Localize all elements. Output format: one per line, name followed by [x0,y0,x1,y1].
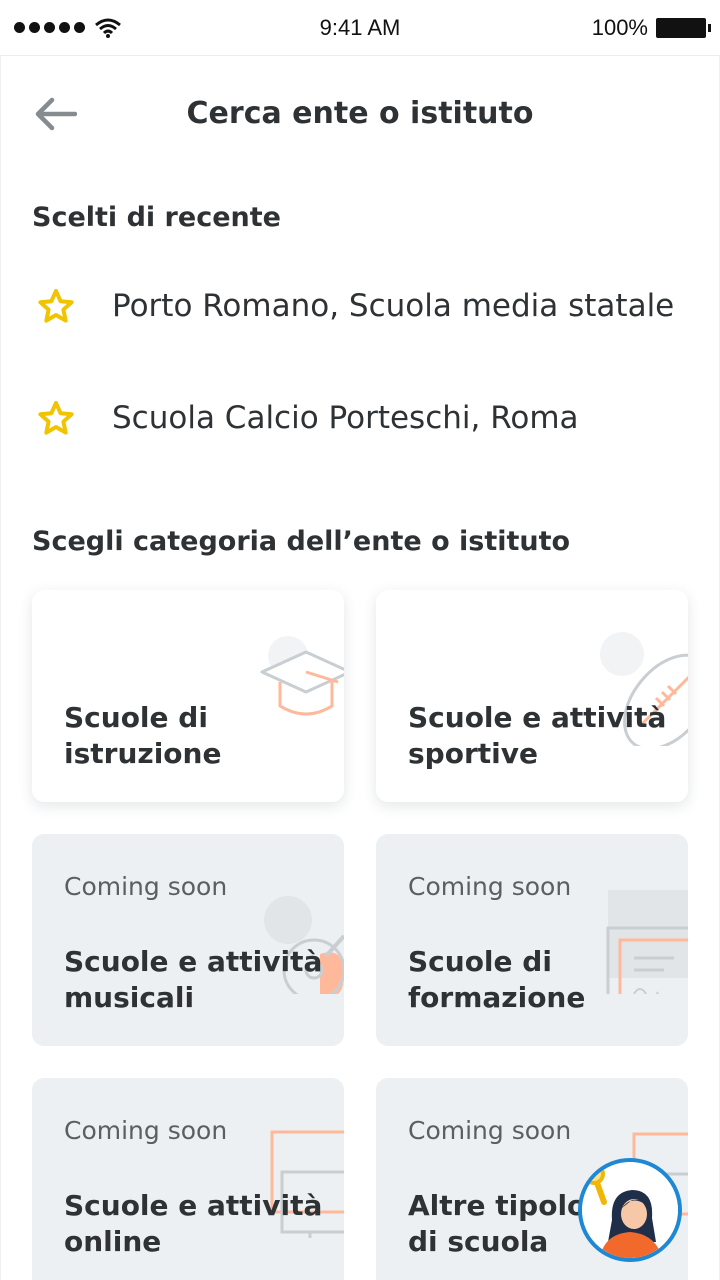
recent-item-label: Scuola Calcio Porteschi, Roma [112,400,579,436]
signal-area [14,18,214,38]
category-card-musicali[interactable]: Coming soon Scuole e attività musicali [32,834,344,1046]
battery-icon [656,17,711,38]
page-title: Cerca ente o istituto [186,96,534,131]
category-title: Scuole e attività musicali [64,945,323,1014]
categories-section-title: Scegli categoria dell’ente o istituto [32,526,571,557]
status-bar: 9:41 AM 100% [0,0,720,56]
category-title: Scuole e attività sportive [408,701,667,770]
recent-item-label: Porto Romano, Scuola media statale [112,288,675,324]
category-card-formazione[interactable]: Coming soon Scuole di formazione [376,834,688,1046]
coming-soon-badge: Coming soon [64,1116,228,1145]
battery-area: 100% [506,14,711,41]
assistant-avatar-button[interactable] [578,1158,682,1262]
status-time: 9:41 AM [319,14,401,40]
coming-soon-badge: Coming soon [64,872,228,901]
star-icon [32,288,80,324]
category-card-istruzione[interactable]: Scuole di istruzione [32,590,344,802]
coming-soon-badge: Coming soon [408,872,572,901]
star-icon [32,400,80,436]
category-title: Scuole e attività online [64,1189,323,1258]
category-title: Scuole di istruzione [64,701,222,770]
wifi-icon [95,18,121,38]
signal-strength-icon [14,22,85,33]
coming-soon-badge: Coming soon [408,1116,572,1145]
assistant-avatar-icon [582,1162,678,1258]
recent-section-title: Scelti di recente [32,202,281,233]
recent-item[interactable]: Scuola Calcio Porteschi, Roma [32,376,692,460]
category-card-sportive[interactable]: Scuole e attività sportive [376,590,688,802]
battery-percent: 100% [591,14,648,40]
category-title: Scuole di formazione [408,945,586,1014]
header: Cerca ente o istituto [0,56,720,172]
recent-item[interactable]: Porto Romano, Scuola media statale [32,264,692,348]
category-card-online[interactable]: Coming soon Scuole e attività online [32,1078,344,1280]
